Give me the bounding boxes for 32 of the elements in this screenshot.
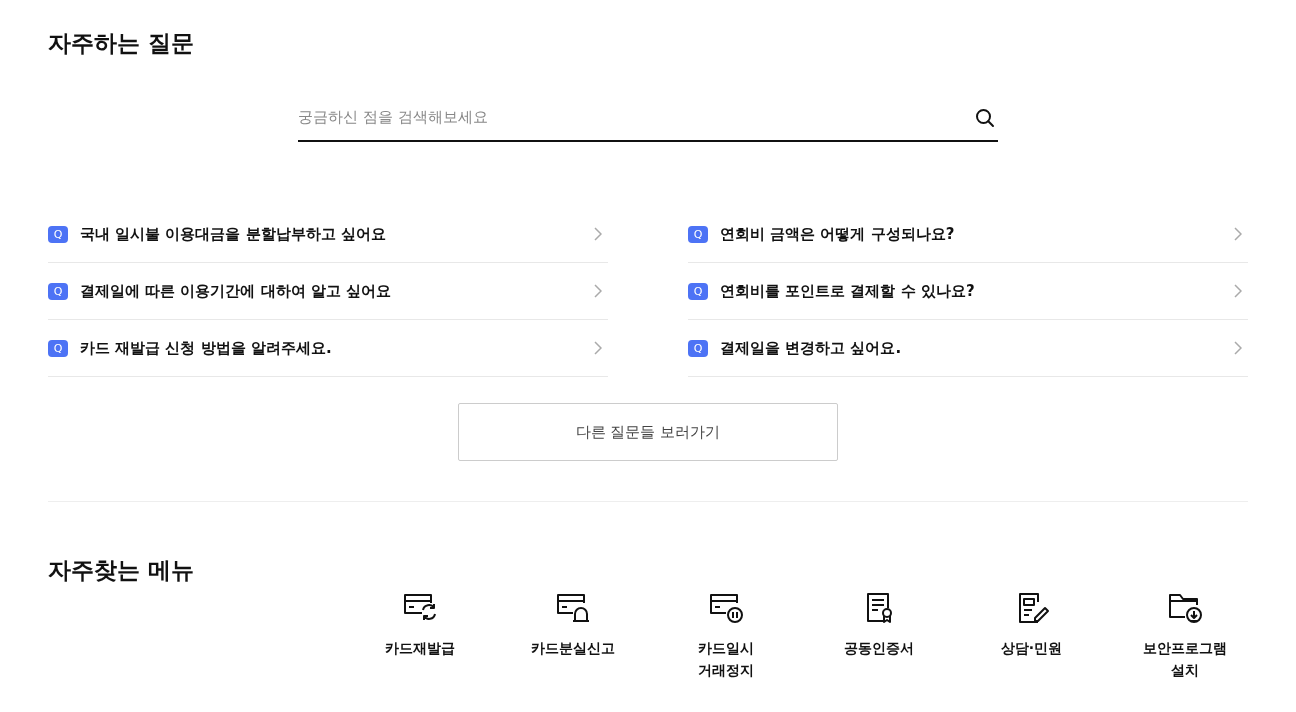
menu-link[interactable]: 보안프로그램 설치 [1142, 637, 1227, 681]
chevron-right-icon [594, 284, 602, 298]
chevron-right-icon [594, 227, 602, 241]
card-siren-icon[interactable] [554, 591, 591, 625]
faq-item[interactable]: Q 결제일을 변경하고 싶어요. [688, 320, 1248, 377]
menu-link[interactable]: 카드분실신고 [530, 637, 615, 659]
question-badge: Q [688, 282, 708, 300]
menu-link[interactable]: 카드재발급 [384, 637, 455, 659]
faq-item[interactable]: Q 카드 재발급 신청 방법을 알려주세요. [48, 320, 608, 377]
faq-item[interactable]: Q 연회비를 포인트로 결제할 수 있나요? [688, 263, 1248, 320]
question-badge: Q [48, 282, 68, 300]
menu-link[interactable]: 상담·민원 [1000, 637, 1063, 659]
section-title: 자주찾는 메뉴 [48, 556, 195, 585]
menu-link[interactable]: 카드일시 거래정지 [697, 637, 754, 681]
question-badge: Q [688, 339, 708, 357]
card-pause-icon[interactable] [707, 591, 744, 625]
faq-item[interactable]: Q 연회비 금액은 어떻게 구성되나요? [688, 206, 1248, 263]
search-icon[interactable] [975, 108, 995, 128]
faq-item[interactable]: Q 결제일에 따른 이용기간에 대하여 알고 싶어요 [48, 263, 608, 320]
question-badge: Q [48, 339, 68, 357]
faq-item[interactable]: Q 국내 일시불 이용대금을 분할납부하고 싶어요 [48, 206, 608, 263]
folder-download-icon[interactable] [1166, 591, 1203, 625]
more-questions-button[interactable]: 다른 질문들 보러가기 [458, 403, 838, 461]
menu-link[interactable]: 공동인증서 [843, 637, 914, 659]
chevron-right-icon [1234, 227, 1242, 241]
question-badge: Q [688, 225, 708, 243]
chevron-right-icon [1234, 284, 1242, 298]
chevron-right-icon [1234, 341, 1242, 355]
question-badge: Q [48, 225, 68, 243]
search-field[interactable]: 궁금하신 점을 검색해보세요 [298, 94, 998, 142]
chevron-right-icon [594, 341, 602, 355]
section-title: 자주하는 질문 [48, 29, 195, 58]
